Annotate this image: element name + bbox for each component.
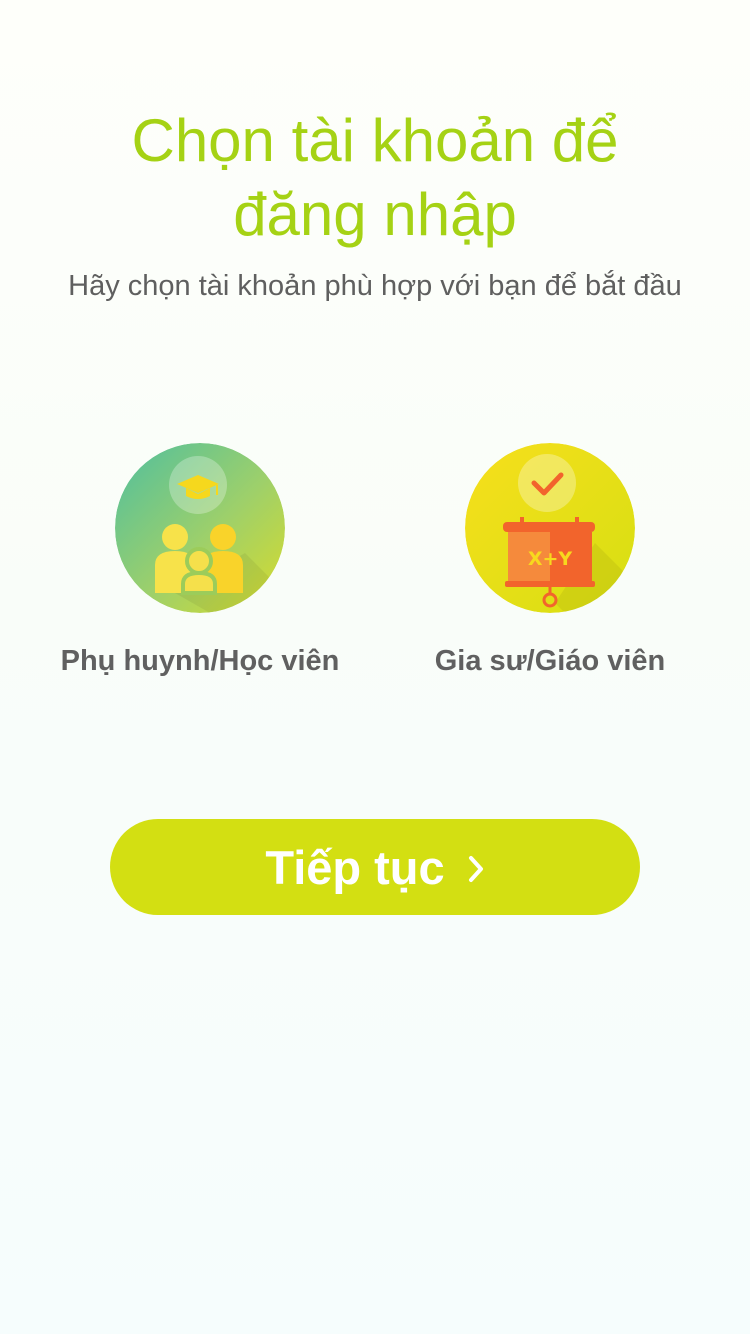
chevron-right-icon <box>467 840 485 895</box>
continue-button-label: Tiếp tục <box>265 840 445 894</box>
continue-button[interactable]: Tiếp tục <box>110 819 640 915</box>
page-subtitle: Hãy chọn tài khoản phù hợp với bạn để bắ… <box>68 270 682 302</box>
account-option-parent-student[interactable]: Phụ huynh/Học viên <box>35 443 365 679</box>
teaching-board-checkmark-icon: X+Y <box>465 443 635 613</box>
account-option-label: Gia sư/Giáo viên <box>434 645 666 677</box>
svg-text:X+Y: X+Y <box>528 548 573 570</box>
account-option-tutor-teacher[interactable]: X+Y Gia sư/Giáo viên <box>385 443 715 679</box>
page-title-line-1: Chọn tài khoản để <box>131 107 619 174</box>
page-title: Chọn tài khoản để đăng nhập <box>0 104 750 252</box>
page-title-line-2: đăng nhập <box>233 181 517 248</box>
account-option-label: Phụ huynh/Học viên <box>60 645 340 677</box>
family-graduation-cap-icon <box>115 443 285 613</box>
